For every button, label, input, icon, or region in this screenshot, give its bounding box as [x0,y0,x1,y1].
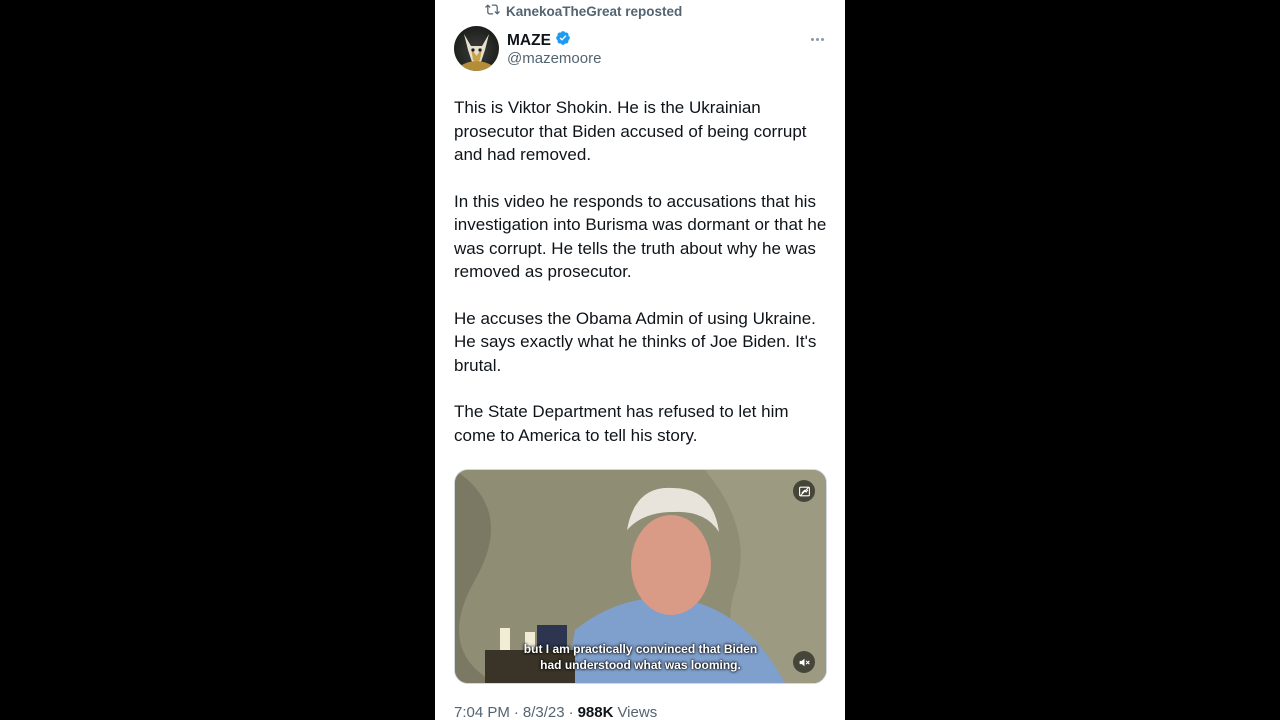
tweet-paragraph: In this video he responds to accusations… [454,191,827,282]
caption-line-1: but I am practically convinced that Bide… [523,642,758,656]
repost-label: KanekoaTheGreat reposted [506,3,683,19]
author-handle[interactable]: @mazemoore [507,50,601,67]
caption-line-2: had understood what was looming. [540,658,741,672]
tweet-paragraph: He accuses the Obama Admin of using Ukra… [454,308,817,375]
tweet-paragraph: This is Viktor Shokin. He is the Ukraini… [454,98,807,164]
tweet-date[interactable]: 8/3/23 [523,704,565,720]
video-player[interactable]: but I am practically convinced that Bide… [454,469,827,684]
views-count: 988K [577,704,614,720]
video-caption: but I am practically convinced that Bide… [455,641,826,673]
tweet-text: This is Viktor Shokin. He is the Ukraini… [454,96,830,470]
tweet-paragraph: The State Department has refused to let … [454,402,789,445]
separator: · [513,704,519,720]
views-label: Views [617,704,658,720]
tweet-time[interactable]: 7:04 PM [454,704,510,720]
repost-indicator[interactable]: KanekoaTheGreat reposted [485,2,682,20]
repost-icon [485,2,500,20]
mute-icon[interactable] [793,651,815,673]
verified-badge-icon [555,30,571,51]
tweet-card: KanekoaTheGreat reposted MAZE @mazemoore… [435,0,845,720]
more-options-icon[interactable] [807,30,827,48]
author-name-row[interactable]: MAZE [507,30,571,51]
avatar[interactable] [454,26,499,71]
author-name[interactable]: MAZE [507,32,551,50]
tweet-metadata: 7:04 PM · 8/3/23 · 988K Views [454,704,657,720]
picture-in-picture-icon[interactable] [793,480,815,502]
separator: · [568,704,574,720]
